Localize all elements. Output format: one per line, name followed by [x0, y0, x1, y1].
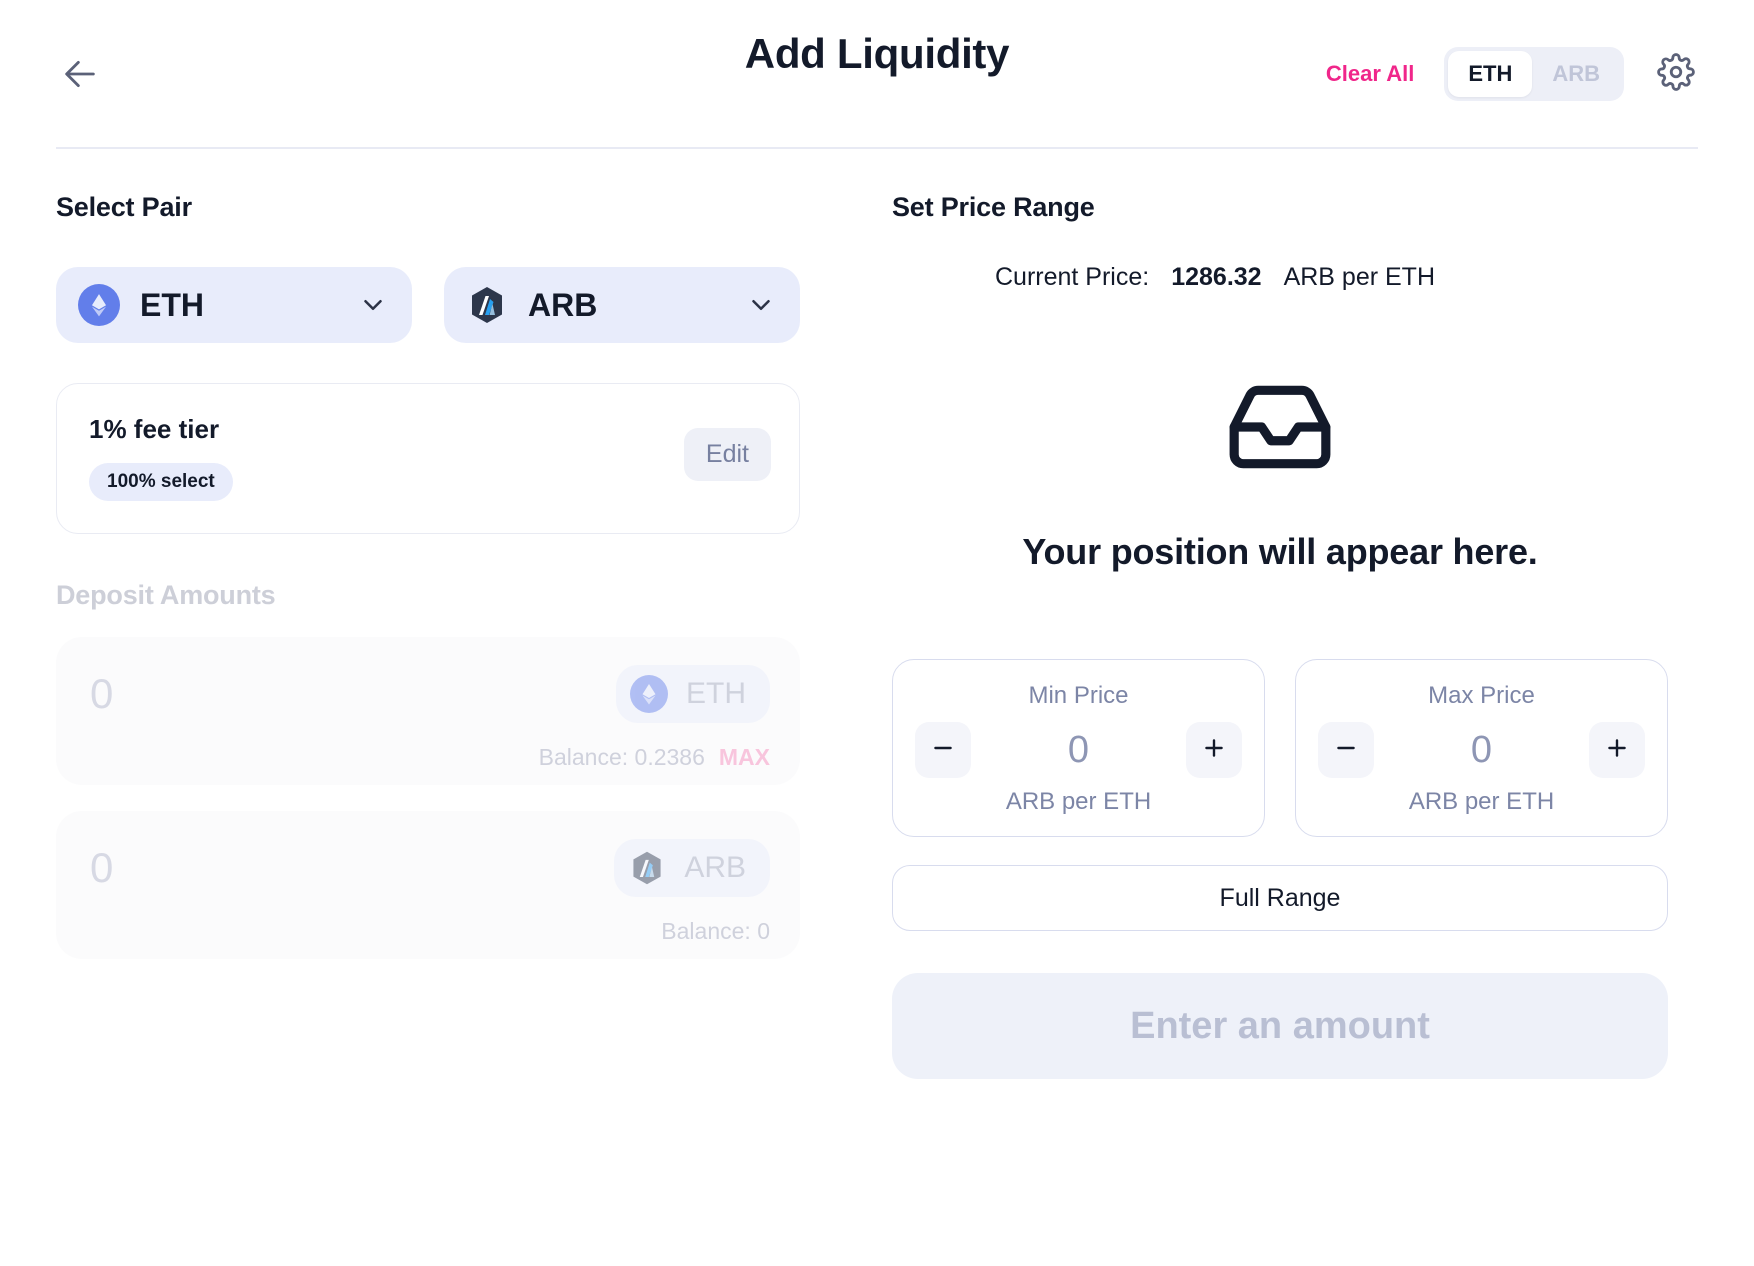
deposit-token-chip-arb[interactable]: ARB: [614, 839, 770, 897]
min-price-card: Min Price 0 ARB per ETH: [892, 659, 1265, 837]
primary-action-button[interactable]: Enter an amount: [892, 973, 1668, 1079]
deposit-token-symbol-eth: ETH: [686, 677, 746, 710]
max-price-increment-button[interactable]: [1589, 722, 1645, 778]
ethereum-logo-icon: [78, 284, 120, 326]
select-pair-heading: Select Pair: [56, 192, 192, 222]
deposit-row-eth-top: 0 ETH: [90, 665, 770, 723]
arrow-left-icon: [60, 54, 100, 94]
arbitrum-logo-icon: [628, 849, 666, 887]
clear-all-button[interactable]: Clear All: [1326, 61, 1414, 87]
chevron-down-icon: [358, 290, 388, 320]
deposit-token-chip-eth[interactable]: ETH: [616, 665, 770, 723]
minus-icon: [930, 735, 956, 766]
min-price-decrement-button[interactable]: [915, 722, 971, 778]
price-range-row: Min Price 0 ARB per ETH Max Price 0 ARB …: [892, 659, 1668, 837]
gear-icon: [1657, 52, 1695, 96]
deposit-amounts-section: Deposit Amounts 0 ETH Balance: 0.2386 MA…: [56, 580, 800, 959]
full-range-button[interactable]: Full Range: [892, 865, 1668, 931]
rate-toggle-option-eth[interactable]: ETH: [1448, 51, 1533, 97]
deposit-amount-input-eth[interactable]: 0: [90, 670, 113, 718]
page-body: Select Pair ETH ARB 1% fee tier 100% sel…: [0, 148, 1754, 1079]
deposit-balance-label-arb: Balance: 0: [661, 918, 770, 944]
token-select-arb[interactable]: ARB: [444, 267, 800, 343]
plus-icon: [1604, 735, 1630, 766]
fee-tier-card: 1% fee tier 100% select Edit: [56, 383, 800, 534]
deposit-balance-eth: Balance: 0.2386 MAX: [539, 744, 770, 771]
deposit-row-eth: 0 ETH Balance: 0.2386 MAX: [56, 637, 800, 785]
current-price: Current Price: 1286.32 ARB per ETH: [892, 263, 1668, 292]
position-empty-state: Your position will appear here.: [892, 372, 1668, 573]
deposit-balance-arb: Balance: 0: [661, 918, 770, 945]
fee-tier-badge: 100% select: [89, 463, 233, 501]
max-price-value[interactable]: 0: [1374, 729, 1589, 772]
position-empty-caption: Your position will appear here.: [1022, 531, 1538, 572]
page-header: Add Liquidity Clear All ETH ARB: [0, 0, 1754, 148]
min-price-label: Min Price: [1028, 682, 1129, 709]
deposit-token-symbol-arb: ARB: [684, 851, 746, 884]
max-price-unit: ARB per ETH: [1408, 788, 1555, 815]
deposit-balance-label-eth: Balance: 0.2386: [538, 744, 705, 770]
header-divider: [56, 147, 1698, 149]
deposit-row-arb: 0 ARB Balance: 0: [56, 811, 800, 959]
rate-direction-toggle[interactable]: ETH ARB: [1444, 47, 1624, 101]
token-symbol-arb: ARB: [528, 286, 598, 323]
max-price-label: Max Price: [1428, 682, 1535, 709]
inbox-tray-icon: [1225, 372, 1335, 487]
current-price-unit: ARB per ETH: [1283, 263, 1436, 291]
ethereum-logo-icon: [630, 675, 668, 713]
header-actions: Clear All ETH ARB: [1326, 47, 1698, 101]
add-liquidity-page: Add Liquidity Clear All ETH ARB Select P…: [0, 0, 1754, 1266]
token-symbol-eth: ETH: [140, 286, 204, 323]
min-price-increment-button[interactable]: [1186, 722, 1242, 778]
settings-button[interactable]: [1654, 52, 1698, 96]
max-price-stepper: 0: [1318, 722, 1645, 778]
min-price-value[interactable]: 0: [971, 729, 1186, 772]
deposit-amount-input-arb[interactable]: 0: [90, 844, 113, 892]
max-price-decrement-button[interactable]: [1318, 722, 1374, 778]
left-column: Select Pair ETH ARB 1% fee tier 100% sel…: [56, 192, 800, 1079]
plus-icon: [1201, 735, 1227, 766]
rate-toggle-option-arb[interactable]: ARB: [1532, 51, 1620, 97]
minus-icon: [1333, 735, 1359, 766]
deposit-max-button-eth[interactable]: MAX: [719, 744, 770, 771]
min-price-unit: ARB per ETH: [1005, 788, 1152, 815]
arbitrum-logo-icon: [466, 284, 508, 326]
deposit-amounts-heading: Deposit Amounts: [56, 580, 276, 610]
back-button[interactable]: [56, 50, 104, 98]
right-column: Set Price Range Current Price: 1286.32 A…: [892, 192, 1668, 1079]
deposit-row-arb-top: 0 ARB: [90, 839, 770, 897]
current-price-label: Current Price:: [994, 263, 1150, 291]
current-price-value: 1286.32: [1171, 263, 1262, 291]
set-price-range-heading: Set Price Range: [892, 192, 1095, 222]
fee-tier-title: 1% fee tier: [89, 414, 220, 444]
edit-fee-tier-button[interactable]: Edit: [683, 428, 771, 481]
token-select-eth[interactable]: ETH: [56, 267, 412, 343]
fee-tier-info: 1% fee tier 100% select: [89, 414, 684, 501]
min-price-stepper: 0: [915, 722, 1242, 778]
token-pair-row: ETH ARB: [56, 267, 800, 343]
max-price-card: Max Price 0 ARB per ETH: [1295, 659, 1668, 837]
chevron-down-icon: [746, 290, 776, 320]
